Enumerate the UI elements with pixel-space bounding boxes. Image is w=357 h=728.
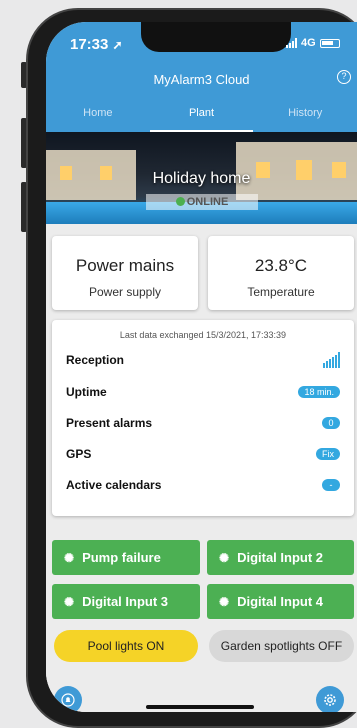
- garden-spotlights-toggle[interactable]: Garden spotlights OFF: [209, 630, 354, 662]
- input-digital-4-button[interactable]: ✺ Digital Input 4: [207, 584, 354, 619]
- alarm-light-icon: ✺: [64, 594, 75, 609]
- tab-plant[interactable]: Plant: [149, 98, 254, 132]
- input-digital-3-button[interactable]: ✺ Digital Input 3: [52, 584, 200, 619]
- bell-icon: [61, 693, 75, 707]
- cellular-signal-icon: [286, 38, 297, 48]
- plant-content: Power mains Power supply 23.8°C Temperat…: [46, 224, 357, 712]
- power-supply-card: Power mains Power supply: [52, 236, 198, 310]
- input-pump-failure-button[interactable]: ✺ Pump failure: [52, 540, 200, 575]
- notch: [141, 22, 291, 52]
- app-title: MyAlarm3 Cloud: [153, 72, 250, 87]
- gear-icon: [324, 694, 336, 706]
- power-supply-value: Power mains: [75, 256, 175, 275]
- power-supply-label: Power supply: [88, 285, 162, 299]
- input-digital-2-button[interactable]: ✺ Digital Input 2: [207, 540, 354, 575]
- info-row-gps: GPS Fix: [66, 444, 340, 464]
- temperature-label: Temperature: [247, 285, 315, 299]
- settings-button[interactable]: [316, 686, 344, 712]
- help-icon[interactable]: ?: [337, 70, 351, 84]
- gps-badge: Fix: [316, 448, 340, 460]
- alarm-light-icon: ✺: [219, 594, 230, 609]
- alarms-badge: 0: [322, 417, 340, 429]
- info-row-present-alarms: Present alarms 0: [66, 413, 340, 433]
- plant-name: Holiday home: [152, 170, 251, 187]
- reception-signal-icon: [323, 352, 340, 368]
- alarm-light-icon: ✺: [64, 550, 75, 565]
- status-dot-icon: [175, 197, 185, 206]
- calendars-badge: -: [322, 479, 340, 491]
- alarm-light-icon: ✺: [219, 550, 230, 565]
- status-info-card: Last data exchanged 15/3/2021, 17:33:39 …: [52, 320, 354, 516]
- status-time: 17:33 ➚: [70, 36, 123, 53]
- network-type: 4G: [301, 37, 316, 49]
- app-screen: 17:33 ➚ 4G MyAlarm3 Cloud ? Home Plant H…: [46, 22, 357, 712]
- battery-icon: [319, 38, 340, 48]
- temperature-card: 23.8°C Temperature: [208, 236, 354, 310]
- uptime-badge: 18 min.: [298, 386, 340, 398]
- temperature-value: 23.8°C: [254, 256, 308, 275]
- tab-home[interactable]: Home: [46, 98, 150, 132]
- plant-hero-image: Holiday home ONLINE: [46, 132, 357, 224]
- info-row-active-calendars: Active calendars -: [66, 475, 340, 495]
- online-status-badge: ONLINE: [146, 194, 258, 210]
- tab-history[interactable]: History: [253, 98, 357, 132]
- last-data-exchanged: Last data exchanged 15/3/2021, 17:33:39: [119, 330, 287, 340]
- location-icon: ➚: [112, 38, 123, 52]
- home-indicator: [146, 705, 254, 709]
- alarm-bell-button[interactable]: [54, 686, 82, 712]
- info-row-uptime: Uptime 18 min.: [66, 382, 340, 402]
- app-header: 17:33 ➚ 4G MyAlarm3 Cloud ? Home Plant H…: [46, 22, 357, 132]
- tab-bar: Home Plant History: [46, 98, 357, 132]
- pool-lights-toggle[interactable]: Pool lights ON: [54, 630, 198, 662]
- info-row-reception: Reception: [66, 350, 340, 370]
- status-indicators: 4G: [286, 37, 340, 49]
